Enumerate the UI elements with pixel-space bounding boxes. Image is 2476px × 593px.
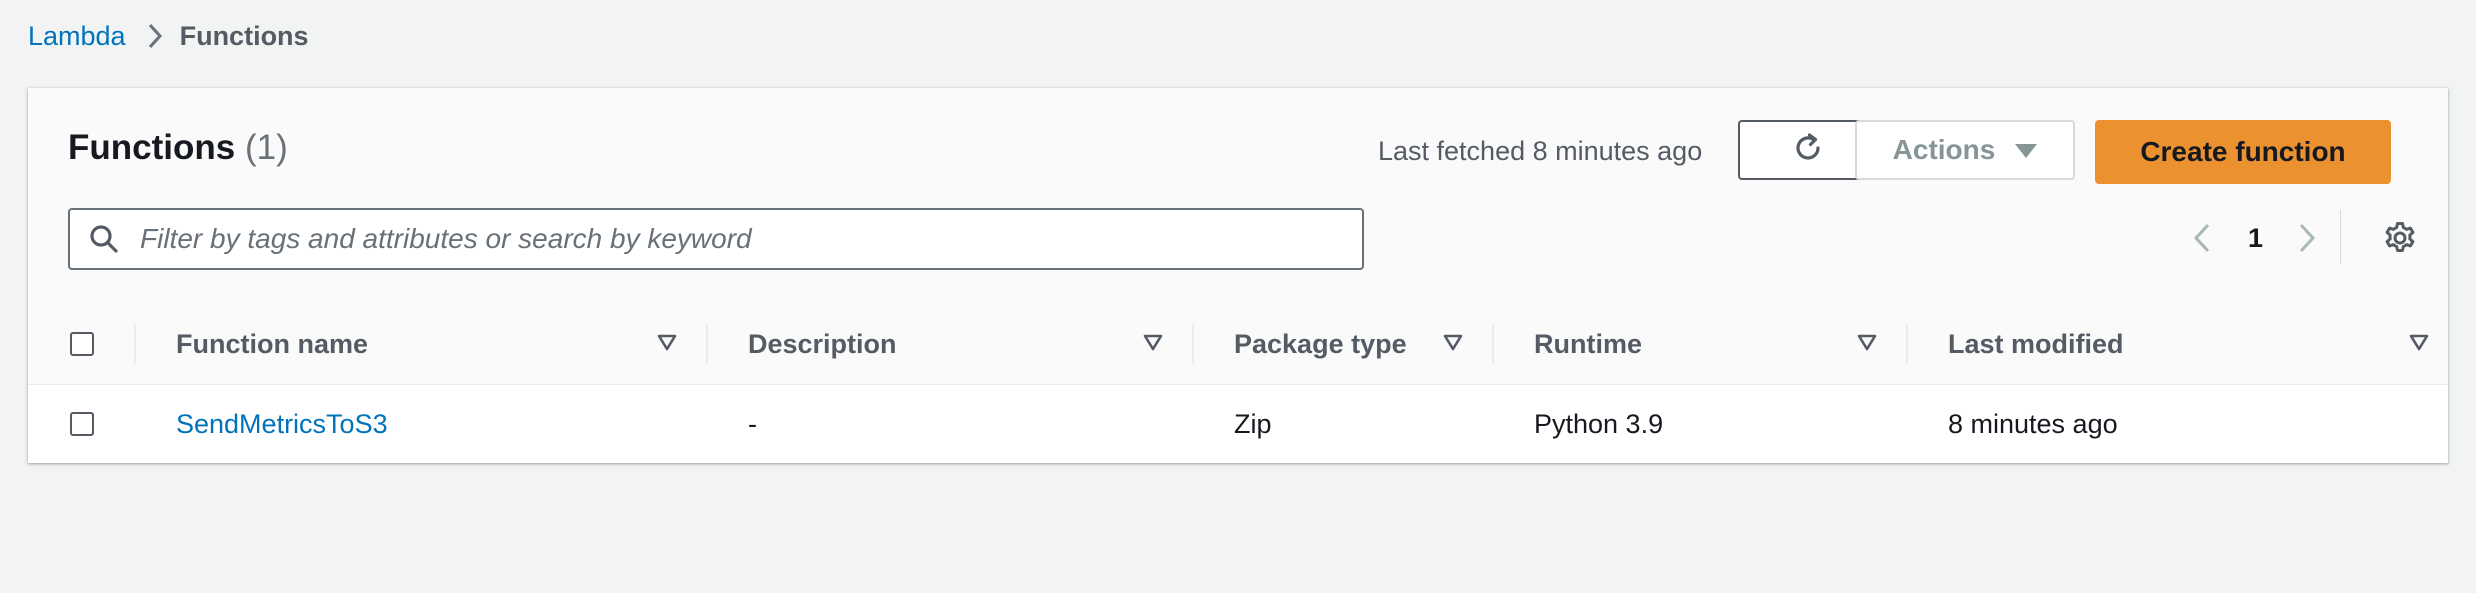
table-row: SendMetricsToS3 - Zip Python 3.9 8 minut… [28,385,2448,463]
sort-caret-icon[interactable] [2404,328,2434,358]
breadcrumb: Lambda Functions [28,16,309,56]
create-function-label: Create function [2140,136,2346,167]
panel-title-text: Functions [68,128,236,167]
column-header-runtime[interactable]: Runtime [1534,304,1642,384]
column-header-description[interactable]: Description [748,304,897,384]
sort-caret-icon[interactable] [652,328,682,358]
pager-divider [2340,210,2341,264]
column-separator [706,324,708,364]
column-separator [134,324,136,364]
last-modified-cell: 8 minutes ago [1948,408,2118,439]
description-cell: - [748,408,757,439]
breadcrumb-lambda-link[interactable]: Lambda [28,21,126,52]
actions-label: Actions [1892,134,1996,165]
column-header-last-modified[interactable]: Last modified [1948,304,2124,384]
sort-caret-icon[interactable] [1438,328,1468,358]
gear-icon[interactable] [2376,214,2424,262]
function-name-link[interactable]: SendMetricsToS3 [176,409,388,440]
chevron-right-icon [146,22,164,50]
select-all-checkbox[interactable] [70,332,94,356]
sort-caret-icon[interactable] [1138,328,1168,358]
column-separator [1492,324,1494,364]
package-type-cell: Zip [1234,408,1272,439]
function-count: (1) [244,128,288,167]
runtime-cell: Python 3.9 [1534,408,1664,439]
caret-down-icon [2015,144,2038,158]
functions-panel: Functions (1) Last fetched 8 minutes ago… [28,88,2448,463]
search-input[interactable] [138,222,1342,256]
search-icon [86,221,122,257]
page-number[interactable]: 1 [2248,223,2263,254]
search-field [68,208,1364,270]
chevron-right-icon[interactable] [2283,214,2331,262]
panel-header: Functions (1) Last fetched 8 minutes ago… [28,88,2448,305]
column-header-function-name[interactable]: Function name [176,304,368,384]
column-separator [1192,324,1194,364]
breadcrumb-current: Functions [179,20,309,51]
function-name-cell: SendMetricsToS3 [176,385,388,463]
column-separator [1906,324,1908,364]
refresh-icon [1791,131,1825,170]
create-function-button[interactable]: Create function [2095,120,2391,184]
table-header: Function name Description Package type R… [28,304,2448,385]
pagination: 1 [2178,208,2331,268]
actions-button[interactable]: Actions [1855,120,2075,180]
column-header-package-type[interactable]: Package type [1234,304,1407,384]
sort-caret-icon[interactable] [1852,328,1882,358]
last-fetched-text: Last fetched 8 minutes ago [1378,136,1703,166]
row-checkbox[interactable] [70,412,94,436]
chevron-left-icon[interactable] [2178,214,2226,262]
panel-title: Functions (1) [68,128,288,168]
